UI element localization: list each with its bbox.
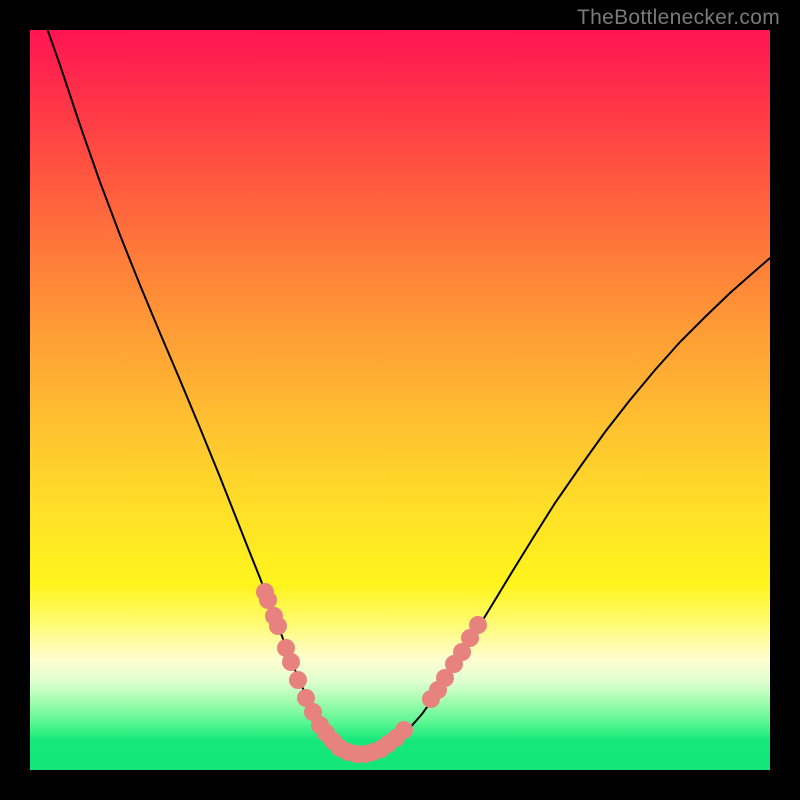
- watermark-text: TheBottlenecker.com: [577, 6, 780, 30]
- data-point: [259, 591, 277, 609]
- data-point: [469, 616, 487, 634]
- data-point: [289, 671, 307, 689]
- data-points: [30, 30, 770, 770]
- plot-area: [30, 30, 770, 770]
- data-point: [269, 617, 287, 635]
- data-point: [282, 653, 300, 671]
- data-point: [395, 721, 413, 739]
